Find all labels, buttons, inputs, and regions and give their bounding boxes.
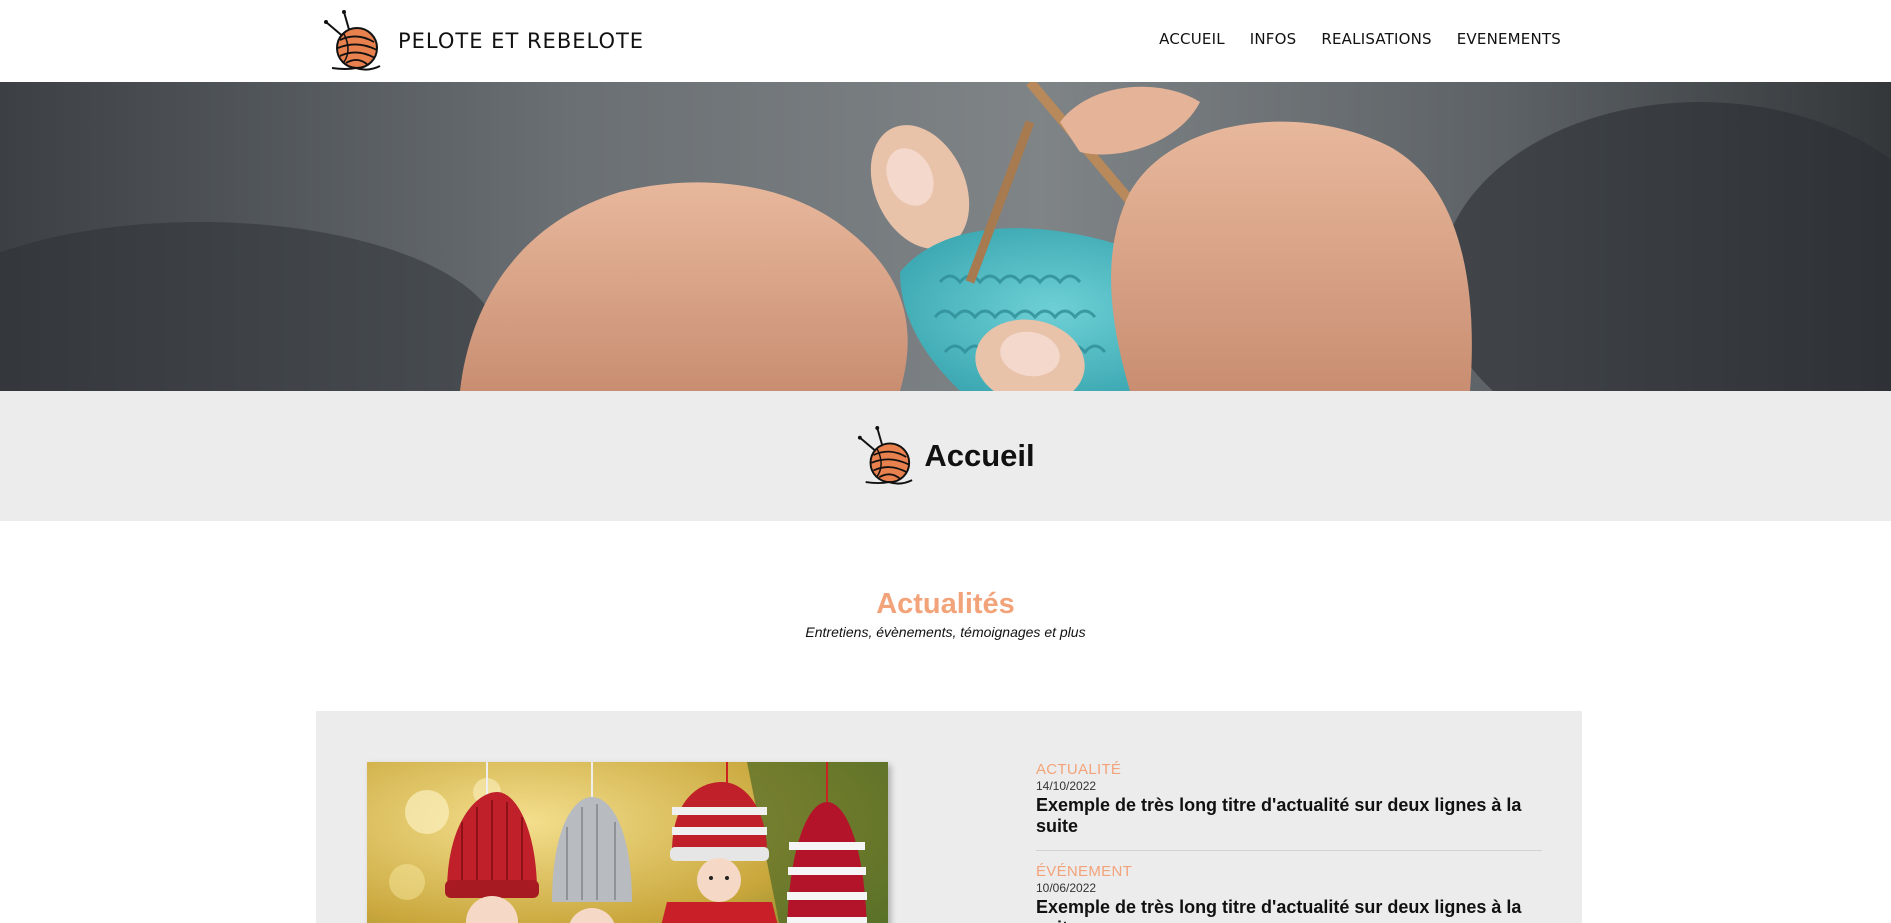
nav-evenements[interactable]: EVENEMENTS xyxy=(1457,30,1561,48)
nav-accueil[interactable]: ACCUEIL xyxy=(1159,30,1225,48)
site-name: PELOTE ET REBELOTE xyxy=(398,29,645,53)
nav-realisations[interactable]: REALISATIONS xyxy=(1321,30,1431,48)
main-nav: ACCUEIL INFOS REALISATIONS EVENEMENTS xyxy=(1134,30,1561,48)
news-section-title: Actualités xyxy=(876,588,1015,620)
article-date: 14/10/2022 xyxy=(1036,779,1097,793)
news-panel: ACTUALITÉ 14/10/2022 Exemple de très lon… xyxy=(316,711,1582,923)
article-date: 10/06/2022 xyxy=(1036,881,1097,895)
site-header: PELOTE ET REBELOTE ACCUEIL INFOS REALISA… xyxy=(0,0,1891,82)
article-category: ÉVÉNEMENT xyxy=(1036,863,1133,880)
yarn-ball-icon xyxy=(322,10,382,72)
hero-banner xyxy=(0,82,1891,391)
page-title-band: Accueil xyxy=(0,391,1891,521)
hands-knitting-photo xyxy=(0,82,1891,391)
article-divider xyxy=(1036,850,1542,851)
article-title-link[interactable]: Exemple de très long titre d'actualité s… xyxy=(1036,897,1542,923)
news-header: Actualités Entretiens, évènements, témoi… xyxy=(0,588,1891,640)
yarn-ball-icon xyxy=(856,426,914,486)
article-category: ACTUALITÉ xyxy=(1036,761,1122,778)
news-section-subtitle: Entretiens, évènements, témoignages et p… xyxy=(805,624,1086,640)
page-title: Accueil xyxy=(924,438,1035,473)
nav-infos[interactable]: INFOS xyxy=(1250,30,1297,48)
knitted-dolls-photo xyxy=(367,762,888,923)
news-article[interactable]: ACTUALITÉ 14/10/2022 Exemple de très lon… xyxy=(1036,761,1542,837)
news-article[interactable]: ÉVÉNEMENT 10/06/2022 Exemple de très lon… xyxy=(1036,863,1542,923)
page-title-group: Accueil xyxy=(856,426,1035,486)
featured-news-image[interactable] xyxy=(367,762,888,923)
article-title-link[interactable]: Exemple de très long titre d'actualité s… xyxy=(1036,795,1542,837)
brand-link[interactable]: PELOTE ET REBELOTE xyxy=(322,10,644,72)
